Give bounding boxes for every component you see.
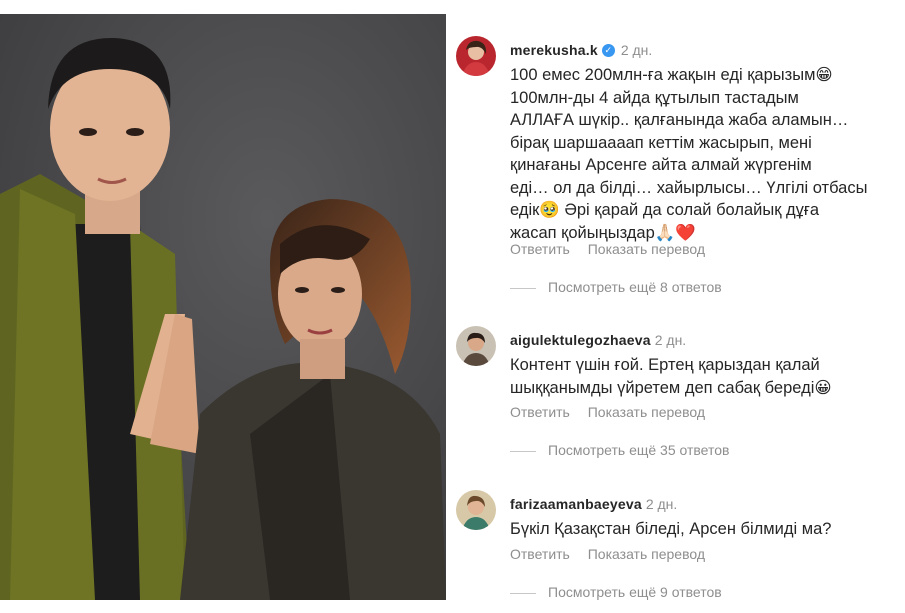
avatar[interactable] [456, 490, 496, 530]
comment-line: Контент үшін ғой. Ертең қарыздан қалай [510, 356, 820, 374]
comment-line: шыққанымды үйретем деп сабақ береді😀 [510, 378, 832, 397]
view-replies-button[interactable]: Посмотреть ещё 9 ответов [510, 584, 722, 600]
comment-header: aigulektulegozhaeva 2 дн. [510, 332, 686, 348]
comment-line: АЛЛАҒА шүкір.. қалғанында жаба аламын… [510, 111, 849, 129]
comment-line: қинағаны Арсенге айта алмай жүргенім [510, 156, 812, 174]
show-translation-button[interactable]: Показать перевод [588, 404, 705, 420]
username[interactable]: aigulektulegozhaeva [510, 332, 651, 348]
comment-header: farizaamanbaeyeva 2 дн. [510, 496, 677, 512]
comment-actions: Ответить Показать перевод [510, 404, 719, 420]
username[interactable]: merekusha.k [510, 42, 598, 58]
view-replies-label: Посмотреть ещё 9 ответов [548, 584, 722, 600]
comment-line: бірақ шаршаааап кеттім жасырып, мені [510, 133, 812, 152]
reply-button[interactable]: Ответить [510, 404, 570, 420]
comment-actions: Ответить Показать перевод [510, 546, 719, 562]
reply-button[interactable]: Ответить [510, 241, 570, 257]
comment-text: Контент үшін ғой. Ертең қарыздан қалай ш… [510, 354, 895, 399]
comment-line: 100млн-ды 4 айда құтылып тастадым [510, 88, 799, 107]
view-replies-button[interactable]: Посмотреть ещё 35 ответов [510, 442, 729, 458]
comment-actions: Ответить Показать перевод [510, 241, 719, 257]
avatar[interactable] [456, 326, 496, 366]
comment-text: 100 емес 200млн-ға жақын еді қарызым😁 10… [510, 64, 895, 244]
comment-line: еді… ол да білді… хайырлысы… Үлгілі отба… [510, 178, 868, 197]
show-translation-button[interactable]: Показать перевод [588, 546, 705, 562]
divider [510, 450, 536, 452]
timestamp[interactable]: 2 дн. [621, 42, 652, 58]
show-translation-button[interactable]: Показать перевод [588, 241, 705, 257]
avatar[interactable] [456, 36, 496, 76]
view-replies-label: Посмотреть ещё 35 ответов [548, 442, 730, 458]
timestamp[interactable]: 2 дн. [646, 496, 677, 512]
timestamp[interactable]: 2 дн. [655, 332, 686, 348]
username[interactable]: farizaamanbaeyeva [510, 496, 642, 512]
post-photo [0, 14, 446, 600]
comment-line: 100 емес 200млн-ға жақын еді қарызым😁 [510, 66, 833, 84]
view-replies-label: Посмотреть ещё 8 ответов [548, 279, 722, 295]
view-replies-button[interactable]: Посмотреть ещё 8 ответов [510, 279, 722, 295]
divider [510, 287, 536, 289]
comment-line: едік🥹 Әрі қарай да солай болайық дұға [510, 201, 820, 219]
verified-badge-icon: ✓ [601, 43, 615, 57]
comment-header: merekusha.k ✓ 2 дн. [510, 42, 652, 58]
reply-button[interactable]: Ответить [510, 546, 570, 562]
divider [510, 592, 536, 594]
comment-text: Бүкіл Қазақстан біледі, Арсен білмиді ма… [510, 518, 895, 541]
comment-line: Бүкіл Қазақстан біледі, Арсен білмиді ма… [510, 520, 832, 538]
